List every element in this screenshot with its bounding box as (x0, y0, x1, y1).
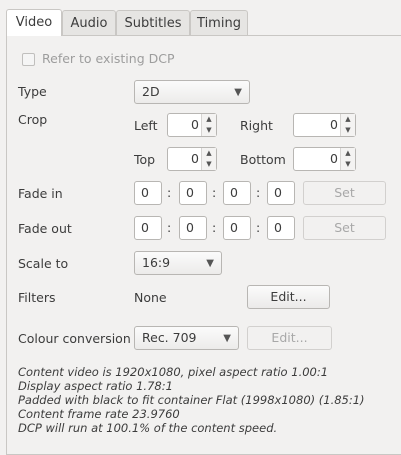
spin-down-icon[interactable]: ▼ (202, 159, 216, 170)
spin-down-icon[interactable]: ▼ (341, 125, 355, 136)
tab-video[interactable]: Video (6, 9, 62, 36)
colour-conversion-label: Colour conversion (18, 331, 131, 346)
crop-bottom-label: Bottom (240, 152, 286, 167)
filters-label: Filters (18, 290, 56, 305)
crop-top-label: Top (134, 152, 156, 167)
refer-dcp-label: Refer to existing DCP (42, 51, 175, 66)
refer-dcp-checkbox[interactable] (22, 53, 35, 66)
crop-top-stepper[interactable]: 0 ▲ ▼ (167, 147, 217, 171)
type-select-value: 2D (142, 84, 160, 99)
chevron-down-icon: ▼ (234, 87, 242, 98)
fade-out-seconds-input[interactable]: 0 (223, 216, 251, 240)
filters-value: None (134, 290, 167, 305)
scale-to-select[interactable]: 16:9 ▼ (134, 251, 222, 275)
fade-out-hours-input[interactable]: 0 (134, 216, 162, 240)
fade-in-hours-input[interactable]: 0 (134, 181, 162, 205)
chevron-down-icon: ▼ (206, 258, 214, 269)
spin-up-icon[interactable]: ▲ (202, 114, 216, 125)
crop-bottom-stepper[interactable]: 0 ▲ ▼ (293, 147, 356, 171)
fade-in-minutes-input[interactable]: 0 (179, 181, 207, 205)
scale-to-label: Scale to (18, 256, 69, 271)
crop-left-stepper[interactable]: 0 ▲ ▼ (167, 113, 217, 137)
crop-right-value: 0 (330, 117, 338, 132)
scale-to-value: 16:9 (142, 255, 171, 270)
time-separator: : (256, 220, 261, 235)
fade-out-label: Fade out (18, 221, 72, 236)
crop-bottom-value: 0 (330, 151, 338, 166)
spin-up-icon[interactable]: ▲ (341, 114, 355, 125)
colour-conversion-value: Rec. 709 (142, 330, 197, 345)
crop-right-stepper[interactable]: 0 ▲ ▼ (293, 113, 356, 137)
fade-out-minutes-input[interactable]: 0 (179, 216, 207, 240)
crop-right-label: Right (240, 118, 273, 133)
tab-audio[interactable]: Audio (62, 10, 116, 36)
fade-in-seconds-input[interactable]: 0 (223, 181, 251, 205)
time-separator: : (167, 220, 172, 235)
spin-up-icon[interactable]: ▲ (202, 148, 216, 159)
fade-out-frames-input[interactable]: 0 (267, 216, 295, 240)
fade-out-set-button[interactable]: Set (303, 216, 386, 240)
fade-in-frames-input[interactable]: 0 (267, 181, 295, 205)
description-line: Content frame rate 23.9760 (18, 407, 180, 421)
time-separator: : (256, 185, 261, 200)
crop-left-value: 0 (191, 117, 199, 132)
time-separator: : (212, 185, 217, 200)
tab-timing[interactable]: Timing (190, 10, 248, 36)
crop-top-value: 0 (191, 151, 199, 166)
description-line: DCP will run at 100.1% of the content sp… (18, 421, 278, 435)
time-separator: : (212, 220, 217, 235)
description-line: Content video is 1920x1080, pixel aspect… (18, 365, 329, 379)
spin-down-icon[interactable]: ▼ (341, 159, 355, 170)
filters-edit-button[interactable]: Edit... (247, 285, 330, 309)
crop-left-label: Left (134, 118, 158, 133)
crop-label: Crop (18, 112, 48, 127)
fade-in-label: Fade in (18, 186, 63, 201)
time-separator: : (167, 185, 172, 200)
description-line: Padded with black to fit container Flat … (18, 393, 365, 407)
colour-conversion-select[interactable]: Rec. 709 ▼ (134, 326, 239, 350)
type-label: Type (18, 84, 47, 99)
type-select[interactable]: 2D ▼ (134, 80, 250, 104)
fade-in-set-button[interactable]: Set (303, 181, 386, 205)
spin-up-icon[interactable]: ▲ (341, 148, 355, 159)
description-line: Display aspect ratio 1.78:1 (18, 379, 173, 393)
spin-down-icon[interactable]: ▼ (202, 125, 216, 136)
chevron-down-icon: ▼ (223, 333, 231, 344)
tab-subtitles[interactable]: Subtitles (116, 10, 190, 36)
colour-conversion-edit-button[interactable]: Edit... (247, 326, 332, 350)
